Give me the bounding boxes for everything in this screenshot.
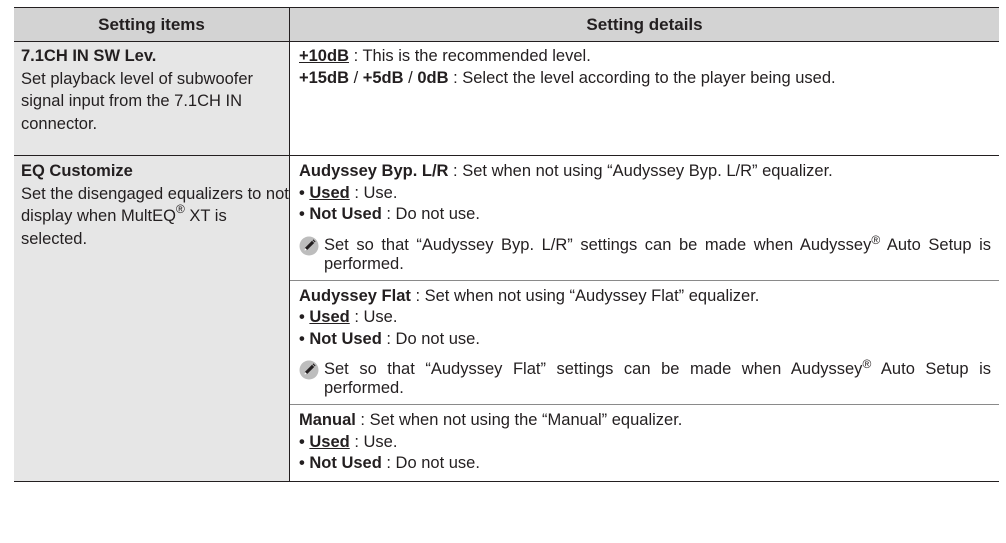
section-heading: Manual : Set when not using the “Manual”…	[299, 410, 991, 432]
registered-mark: ®	[176, 202, 185, 216]
pencil-icon	[299, 236, 319, 255]
bullet: •	[299, 329, 310, 348]
bullet: •	[299, 308, 310, 326]
details-section: Manual : Set when not using the “Manual”…	[290, 404, 999, 481]
detail-text: : This is the recommended level.	[348, 47, 591, 65]
option-line: • Used : Use.	[299, 307, 991, 329]
option-label: Not Used	[309, 329, 382, 348]
table-row: EQ Customize Set the disengaged equalize…	[14, 156, 999, 482]
option-line: • Used : Use.	[299, 183, 991, 205]
default-option: Used	[309, 432, 350, 451]
bullet: •	[299, 432, 310, 451]
option-label: Not Used	[309, 205, 382, 223]
header-setting-details: Setting details	[586, 14, 703, 34]
header-setting-items: Setting items	[14, 8, 290, 41]
option-text: : Use.	[349, 183, 398, 202]
note: Set so that “Audyssey Byp. L/R” settings…	[299, 232, 991, 274]
default-option: Used	[309, 308, 350, 326]
option-line: • Not Used : Do not use.	[299, 329, 991, 351]
details-section: Audyssey Flat : Set when not using “Audy…	[290, 279, 999, 405]
section-desc: : Set when not using “Audyssey Flat” equ…	[410, 286, 760, 305]
setting-item-cell: 7.1CH IN SW Lev. Set playback level of s…	[14, 42, 290, 155]
option-line: • Not Used : Do not use.	[299, 453, 991, 475]
section-name: Audyssey Flat	[299, 286, 411, 305]
option-label: Not Used	[309, 454, 382, 472]
setting-item-title: 7.1CH IN SW Lev.	[21, 47, 157, 65]
section-name: Audyssey Byp. L/R	[299, 162, 449, 180]
section-name: Manual	[299, 411, 356, 429]
note-text-a: Set so that “Audyssey Flat” settings can…	[324, 360, 863, 378]
description-text: Set the disengaged equalizers to not dis…	[21, 184, 289, 226]
bullet: •	[299, 183, 310, 202]
option-text: : Use.	[349, 432, 398, 451]
option-text: : Do not use.	[381, 205, 480, 223]
option-value: +15dB	[299, 68, 349, 87]
setting-item-description: Set playback level of subwoofer signal i…	[21, 69, 254, 133]
settings-table: Setting items Setting details 7.1CH IN S…	[14, 7, 999, 482]
default-option: Used	[309, 183, 350, 202]
setting-item-description: Set the disengaged equalizers to not dis…	[21, 183, 289, 251]
note-text-a: Set so that “Audyssey Byp. L/R” settings…	[324, 235, 872, 254]
setting-item-title: EQ Customize	[21, 162, 133, 180]
option-value: 0dB	[417, 68, 449, 87]
detail-line: +15dB / +5dB / 0dB : Select the level ac…	[299, 68, 991, 90]
option-text: : Do not use.	[381, 329, 480, 348]
option-line: • Used : Use.	[299, 432, 991, 454]
option-value: +5dB	[362, 68, 404, 87]
setting-item-cell: EQ Customize Set the disengaged equalize…	[14, 156, 290, 481]
pencil-icon	[299, 360, 319, 380]
separator: /	[403, 68, 418, 87]
option-line: • Not Used : Do not use.	[299, 204, 991, 226]
bullet: •	[299, 205, 310, 223]
detail-text: : Select the level according to the play…	[448, 68, 836, 87]
note-text: Set so that “Audyssey Flat” settings can…	[324, 357, 991, 398]
default-value: +10dB	[299, 47, 349, 65]
table-header: Setting items Setting details	[14, 7, 999, 42]
separator: /	[348, 68, 363, 87]
setting-details-cell: +10dB : This is the recommended level. +…	[290, 42, 999, 155]
note: Set so that “Audyssey Flat” settings can…	[299, 357, 991, 398]
option-text: : Do not use.	[381, 454, 480, 472]
setting-details-cell: Audyssey Byp. L/R : Set when not using “…	[290, 156, 999, 481]
table-row: 7.1CH IN SW Lev. Set playback level of s…	[14, 42, 999, 156]
registered-mark: ®	[862, 357, 872, 371]
registered-mark: ®	[871, 232, 881, 247]
section-heading: Audyssey Flat : Set when not using “Audy…	[299, 286, 991, 308]
bullet: •	[299, 454, 310, 472]
detail-line: +10dB : This is the recommended level.	[299, 46, 991, 68]
section-heading: Audyssey Byp. L/R : Set when not using “…	[299, 161, 991, 183]
details-section: +10dB : This is the recommended level. +…	[290, 42, 999, 93]
section-desc: : Set when not using the “Manual” equali…	[355, 411, 683, 429]
option-text: : Use.	[349, 308, 398, 326]
details-section: Audyssey Byp. L/R : Set when not using “…	[290, 156, 999, 280]
note-text: Set so that “Audyssey Byp. L/R” settings…	[324, 232, 991, 274]
section-desc: : Set when not using “Audyssey Byp. L/R”…	[448, 162, 833, 180]
